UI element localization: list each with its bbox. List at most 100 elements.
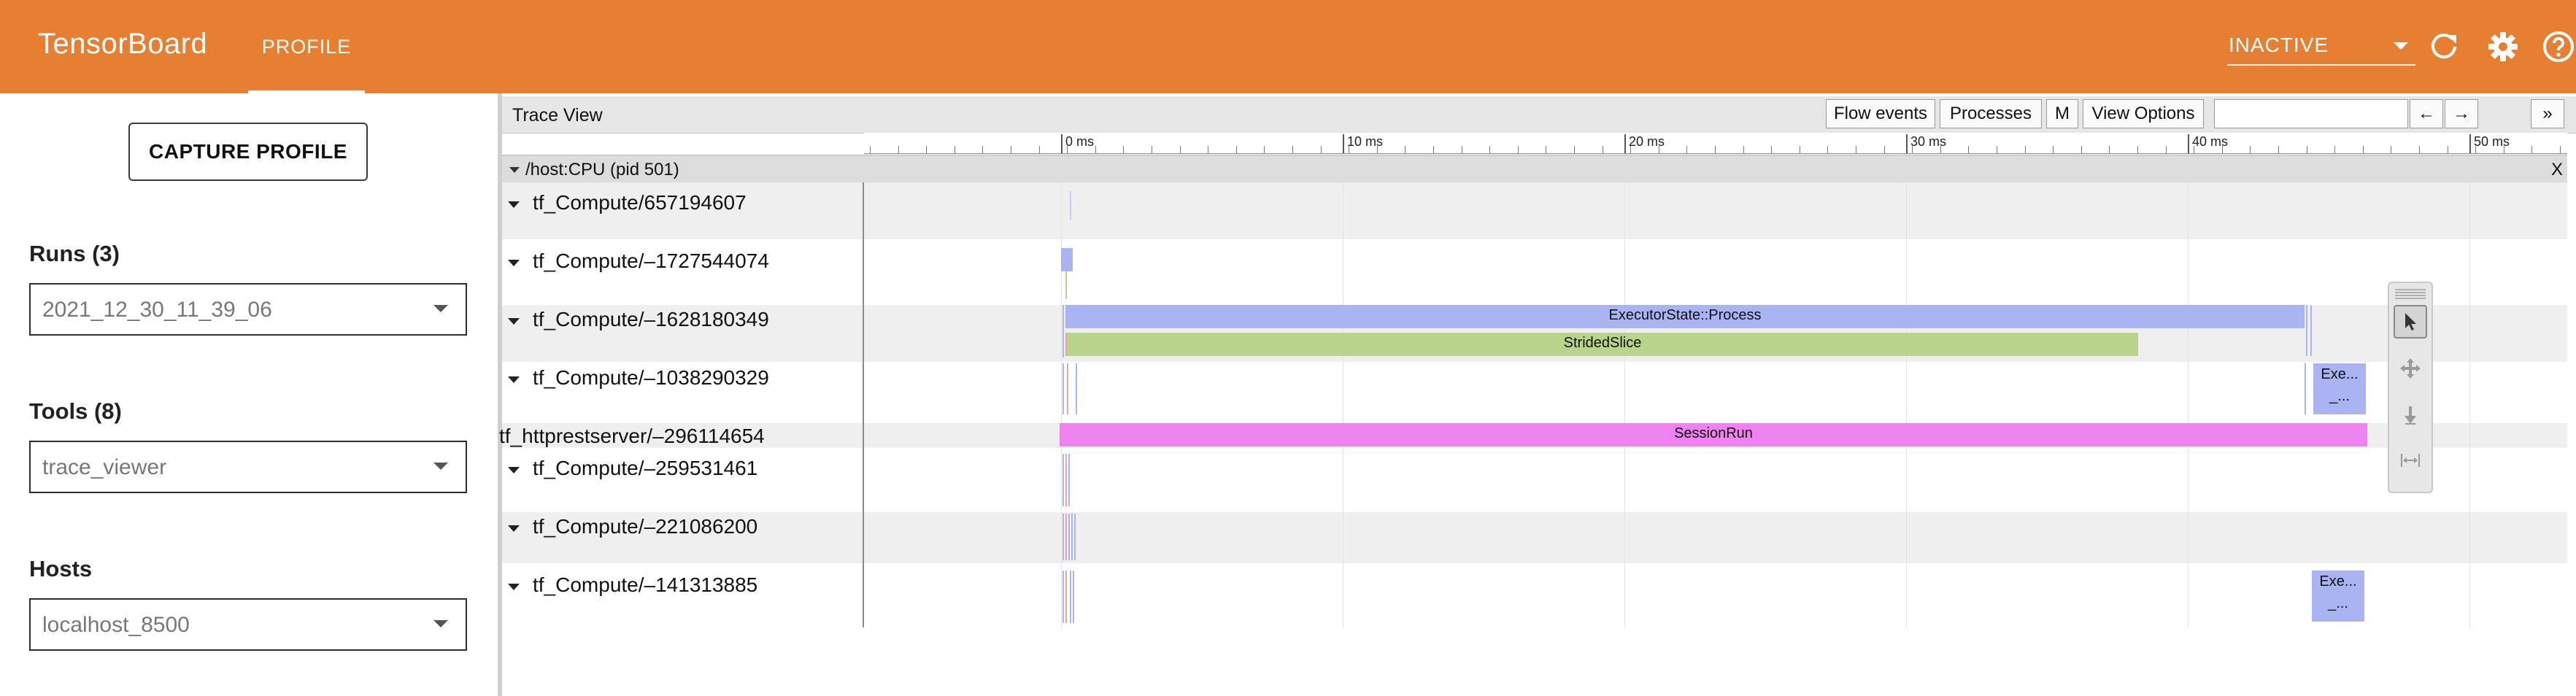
pan-mode-icon[interactable] [2394,352,2427,385]
ruler-minor-tick [1321,146,1322,153]
chevron-down-icon[interactable] [508,376,520,383]
ruler-minor-tick [2025,146,2026,153]
ruler-minor-tick [982,146,983,153]
grid-line [1906,182,1907,627]
ruler-major-tick [2469,134,2471,153]
ruler-major-tick [1343,134,1344,153]
tools-select[interactable]: trace_viewer [29,441,467,493]
mouse-mode-selector[interactable] [2388,282,2433,493]
chevron-down-icon[interactable] [508,584,520,590]
trace-slice[interactable] [2310,305,2312,356]
trace-slice[interactable] [1065,333,1067,356]
close-process-button[interactable]: X [2551,160,2563,180]
runs-select[interactable]: 2021_12_30_11_39_06 [29,283,467,336]
hosts-select[interactable]: localhost_8500 [29,598,467,651]
tab-profile[interactable]: PROFILE [248,0,365,93]
trace-slice[interactable] [1063,571,1064,623]
chevron-down-icon[interactable] [508,525,520,532]
grid-line [2188,182,2189,627]
runs-value: 2021_12_30_11_39_06 [42,298,272,322]
ruler-minor-tick [1827,146,1828,153]
process-header[interactable]: /host:CPU (pid 501) X [502,155,2567,184]
trace-slice[interactable] [1061,248,1073,271]
zoom-mode-icon[interactable] [2394,398,2427,432]
refresh-icon[interactable] [2427,29,2462,64]
find-input[interactable] [2214,99,2408,128]
trace-slice[interactable] [1074,514,1076,560]
chevron-down-icon[interactable] [508,201,520,208]
ruler-minor-tick [1489,146,1490,153]
tab-profile-label: PROFILE [261,35,352,58]
ruler-minor-tick [2334,146,2335,153]
trace-slice[interactable] [1065,571,1067,623]
more-button[interactable]: » [2531,99,2564,128]
trace-slice[interactable] [1076,363,1077,414]
trace-slice[interactable] [1071,514,1073,560]
ruler-minor-tick [926,146,927,153]
trace-slice[interactable] [1063,514,1064,560]
ruler-minor-tick [2166,146,2167,153]
trace-slice[interactable] [2305,363,2306,414]
trace-slice[interactable] [1068,454,1070,506]
executor-slice-truncated[interactable]: Exe... _... [2312,571,2364,622]
processes-button[interactable]: Processes [1940,99,2042,128]
trace-slice[interactable] [1073,571,1074,623]
track-label[interactable]: tf_Compute/–1727544074 [533,250,769,273]
status-dropdown[interactable]: INACTIVE [2227,26,2415,66]
chevron-down-icon[interactable] [508,260,520,266]
trace-slice[interactable] [1067,363,1068,414]
track-label[interactable]: tf_Compute/–1628180349 [533,308,769,331]
ruler-minor-tick [1686,146,1687,153]
trace-view-title: Trace View [512,105,603,125]
track-label[interactable]: tf_Compute/–141313885 [533,573,757,597]
track-label[interactable]: tf_Compute/–259531461 [533,457,757,480]
ruler-minor-tick [1067,146,1068,153]
settings-icon[interactable] [2486,29,2521,64]
chevron-down-icon [2394,42,2408,50]
executor-slice-truncated[interactable]: Exe... _... [2313,363,2366,414]
chevron-down-icon[interactable] [508,467,520,473]
flow-events-button[interactable]: Flow events [1826,99,1935,128]
ruler-minor-tick [2363,146,2364,153]
trace-slice[interactable] [1065,271,1067,299]
trace-slice[interactable] [1063,363,1064,414]
track-label[interactable]: tf_Compute/–221086200 [533,515,757,538]
executor-process-slice[interactable]: ExecutorState::Process [1065,305,2305,328]
help-icon[interactable] [2541,29,2576,64]
ruler-minor-tick [1095,146,1096,153]
find-previous-button[interactable]: ← [2410,99,2443,128]
ruler-minor-tick [1912,146,1913,153]
track-label[interactable]: tf_Compute/657194607 [533,191,747,214]
trace-slice[interactable] [1065,514,1067,560]
track-label[interactable]: tf_httprestserver/–296114654 [499,425,765,448]
ruler-label-0: 0 ms [1065,134,1095,149]
chevron-down-icon[interactable] [509,167,520,173]
ruler-minor-tick [1039,146,1040,153]
chevron-down-icon [433,620,448,627]
trace-slice[interactable] [1063,305,1064,357]
trace-slice[interactable] [1065,454,1067,506]
grid-line [2469,182,2470,627]
trace-view-toolbar: Trace View Flow events Processes M View … [502,96,2576,134]
session-run-slice[interactable]: SessionRun [1060,423,2367,446]
capture-profile-button[interactable]: CAPTURE PROFILE [128,123,368,181]
timing-mode-icon[interactable] [2394,444,2427,477]
drag-handle-icon[interactable] [2395,289,2426,299]
ruler-minor-tick [1236,146,1237,153]
chevron-down-icon[interactable] [508,318,520,325]
trace-slice[interactable] [2306,305,2307,356]
trace-slice[interactable] [1068,514,1070,560]
find-next-button[interactable]: → [2445,99,2478,128]
strided-slice-slice[interactable]: StridedSlice [1067,333,2138,356]
trace-slice[interactable] [1070,191,1071,220]
track-label[interactable]: tf_Compute/–1038290329 [533,366,769,390]
trace-slice[interactable] [1070,571,1071,623]
grid-line [1624,182,1625,627]
trace-slice[interactable] [1063,454,1064,506]
chevron-down-icon [433,305,448,312]
ruler-minor-tick [2081,146,2082,153]
ruler-minor-tick [1518,146,1519,153]
metadata-button[interactable]: M [2046,99,2078,128]
view-options-button[interactable]: View Options [2083,99,2204,128]
select-mode-icon[interactable] [2394,305,2427,339]
